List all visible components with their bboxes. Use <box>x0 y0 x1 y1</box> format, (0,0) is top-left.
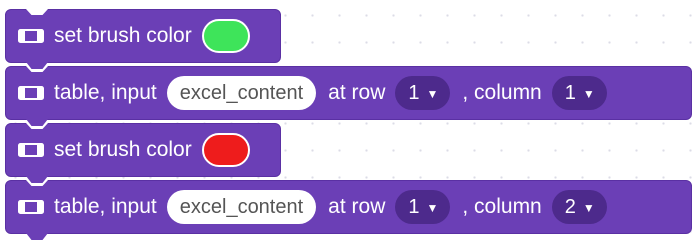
block-label: set brush color <box>54 24 192 47</box>
block-label: table, input <box>54 195 157 218</box>
block-label: set brush color <box>54 138 192 161</box>
table-input-block[interactable]: table, input excel_content at row 1 ▼ , … <box>5 66 692 126</box>
value-input[interactable]: excel_content <box>166 190 317 224</box>
dropdown-arrow-icon: ▼ <box>426 201 439 215</box>
table-input-block[interactable]: table, input excel_content at row 1 ▼ , … <box>5 180 692 240</box>
value-input[interactable]: excel_content <box>166 76 317 110</box>
dropdown-arrow-icon: ▼ <box>582 87 595 101</box>
table-icon <box>18 86 44 100</box>
block-notch <box>26 9 48 15</box>
table-icon <box>18 29 44 43</box>
color-swatch-green[interactable] <box>201 19 250 53</box>
color-swatch-red[interactable] <box>201 133 250 167</box>
column-value: 2 <box>564 195 576 218</box>
row-value: 1 <box>408 195 420 218</box>
block-stack: set brush color table, input excel_conte… <box>5 9 692 240</box>
row-label: at row <box>328 195 386 218</box>
row-value: 1 <box>408 81 420 104</box>
column-value: 1 <box>564 81 576 104</box>
dropdown-arrow-icon: ▼ <box>426 87 439 101</box>
row-dropdown[interactable]: 1 ▼ <box>395 190 451 224</box>
set-brush-color-block[interactable]: set brush color <box>5 123 281 183</box>
table-icon <box>18 143 44 157</box>
set-brush-color-block[interactable]: set brush color <box>5 9 281 69</box>
row-dropdown[interactable]: 1 ▼ <box>395 76 451 110</box>
block-label: table, input <box>54 81 157 104</box>
block-tab <box>26 233 48 240</box>
column-dropdown[interactable]: 2 ▼ <box>551 190 607 224</box>
dropdown-arrow-icon: ▼ <box>582 201 595 215</box>
table-icon <box>18 200 44 214</box>
row-label: at row <box>328 81 386 104</box>
column-dropdown[interactable]: 1 ▼ <box>551 76 607 110</box>
column-label: , column <box>462 81 542 104</box>
column-label: , column <box>462 195 542 218</box>
